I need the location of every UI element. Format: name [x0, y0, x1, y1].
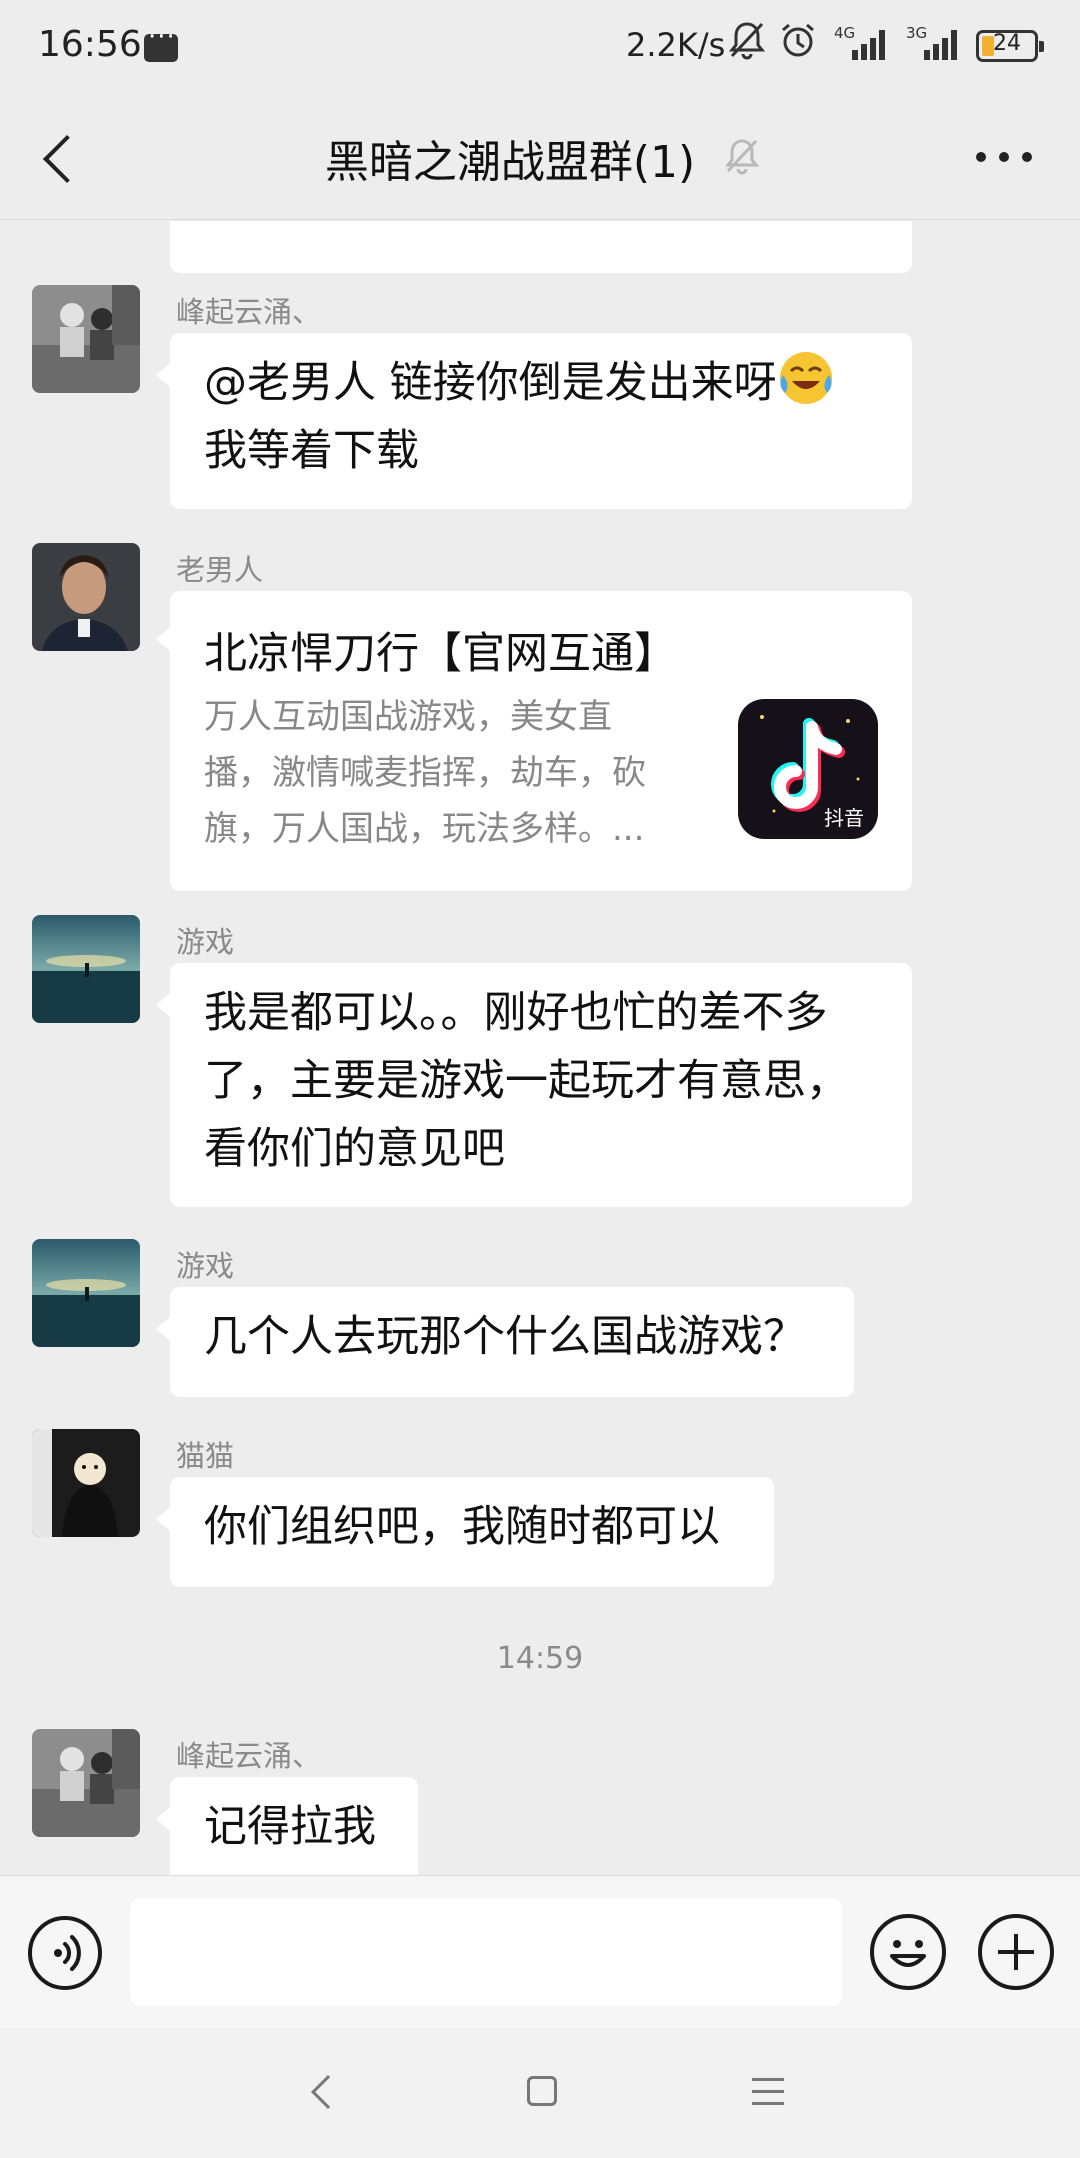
emoji-icon[interactable] [870, 1914, 946, 1990]
avatar[interactable] [32, 915, 140, 1023]
douyin-logo-label: 抖音 [824, 806, 864, 830]
status-time: 16:56 [38, 24, 142, 65]
battery-icon: 24 [976, 30, 1044, 62]
avatar[interactable] [32, 1239, 140, 1347]
message-line: 你们组织吧，我随时都可以 [204, 1502, 720, 1552]
chat-header: 黑暗之潮战盟群(1) [0, 96, 1080, 220]
more-icon[interactable] [976, 152, 1032, 162]
card-title: 北凉悍刀行【官网互通】 [204, 629, 677, 679]
voice-icon[interactable] [28, 1916, 102, 1990]
message-bubble[interactable]: 记得拉我 [156, 1777, 418, 1875]
sender-name: 游戏 [176, 1249, 235, 1283]
card-description-line: 万人互动国战游戏，美女直 [204, 697, 612, 737]
sender-name: 峰起云涌、 [176, 1739, 322, 1773]
message-list[interactable]: 峰起云涌、 @老男人 链接你倒是发出来呀 我等着下载 老男人 北凉悍刀行【官网互… [0, 221, 1080, 1875]
douyin-logo-icon: 抖音 [738, 699, 878, 839]
input-bar [0, 1875, 1080, 2029]
avatar[interactable] [32, 1429, 140, 1537]
system-nav-bar [0, 2030, 1080, 2158]
message-line: 几个人去玩那个什么国战游戏？ [204, 1312, 806, 1362]
previous-message-bubble[interactable] [170, 221, 912, 273]
link-card[interactable]: 北凉悍刀行【官网互通】 万人互动国战游戏，美女直 播，激情喊麦指挥，劫车，砍 旗… [156, 591, 912, 891]
message-line: 了，主要是游戏一起玩才有意思， [204, 1056, 849, 1106]
crying-laughing-emoji [777, 349, 835, 407]
message-input[interactable] [130, 1898, 842, 2006]
message-text: @老男人 链接你倒是发出来呀 [204, 358, 777, 408]
mute-bell-icon [722, 136, 762, 176]
message-icon [144, 22, 178, 62]
signal-3g-label: 3G [906, 24, 928, 42]
mute-icon [728, 20, 766, 69]
message-bubble[interactable]: @老男人 链接你倒是发出来呀 我等着下载 [156, 333, 912, 509]
nav-back-icon[interactable] [311, 2075, 345, 2109]
nav-home-icon[interactable] [527, 2076, 557, 2106]
status-bar: 16:56 2.2K/s 4G 3G 24 [0, 0, 1080, 96]
signal-4g-label: 4G [834, 24, 856, 42]
message-line: 我是都可以。。刚好也忙的差不多 [204, 988, 828, 1038]
card-description-line: 旗，万人国战，玩法多样。... [204, 809, 645, 849]
card-description-line: 播，激情喊麦指挥，劫车，砍 [204, 753, 646, 793]
sender-name: 峰起云涌、 [176, 295, 322, 329]
signal-4g-icon: 4G [834, 24, 890, 62]
sender-name: 游戏 [176, 925, 235, 959]
chat-title: 黑暗之潮战盟群(1) [324, 137, 696, 188]
card-description: 万人互动国战游戏，美女直 播，激情喊麦指挥，劫车，砍 旗，万人国战，玩法多样。.… [204, 689, 694, 857]
message-line: @老男人 链接你倒是发出来呀 [204, 349, 878, 417]
avatar[interactable] [32, 285, 140, 393]
plus-icon[interactable] [978, 1914, 1054, 1990]
network-speed: 2.2K/s [626, 26, 726, 64]
alarm-icon [778, 20, 818, 69]
time-divider: 14:59 [496, 1641, 584, 1676]
message-bubble[interactable]: 你们组织吧，我随时都可以 [156, 1477, 774, 1587]
message-bubble[interactable]: 我是都可以。。刚好也忙的差不多 了，主要是游戏一起玩才有意思， 看你们的意见吧 [156, 963, 912, 1207]
signal-3g-icon: 3G [906, 24, 962, 62]
sender-name: 猫猫 [176, 1439, 235, 1473]
message-line: 我等着下载 [204, 426, 419, 476]
message-line: 记得拉我 [204, 1802, 376, 1852]
sender-name: 老男人 [176, 553, 264, 587]
avatar[interactable] [32, 1729, 140, 1837]
nav-menu-icon[interactable] [752, 2078, 784, 2106]
message-bubble[interactable]: 几个人去玩那个什么国战游戏？ [156, 1287, 854, 1397]
battery-level: 24 [993, 31, 1021, 56]
message-line: 看你们的意见吧 [204, 1124, 505, 1174]
avatar[interactable] [32, 543, 140, 651]
